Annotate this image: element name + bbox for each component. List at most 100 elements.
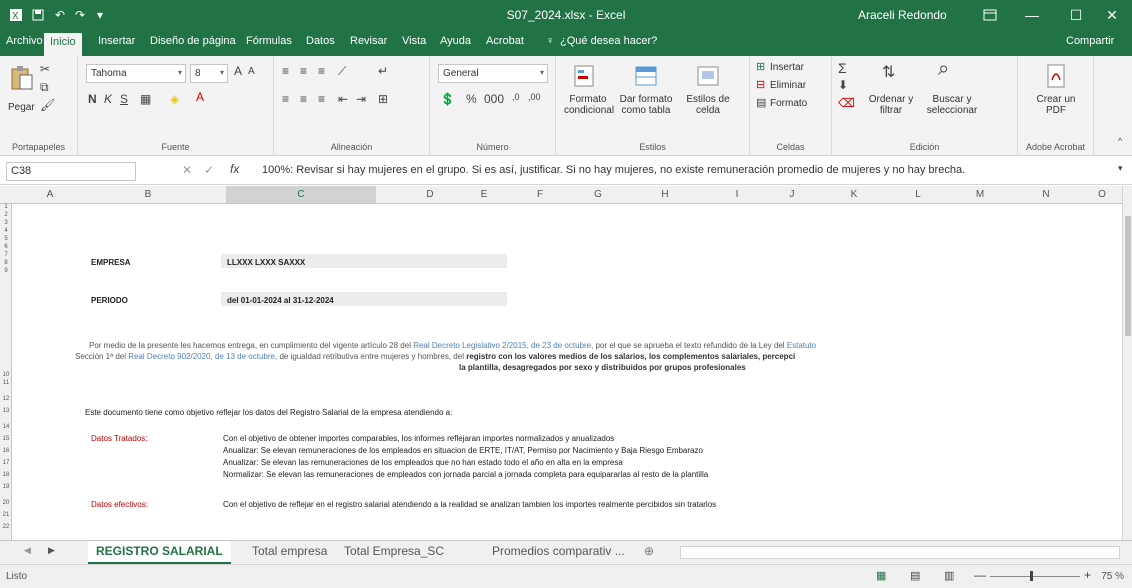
conditional-format-icon[interactable] <box>570 62 598 90</box>
clear-icon[interactable]: ⌫ <box>838 96 855 110</box>
increase-decimal-icon[interactable]: ,0 <box>512 92 520 102</box>
cell-styles-icon[interactable] <box>694 62 722 90</box>
zoom-out-icon[interactable]: — <box>974 568 986 582</box>
row-header[interactable]: 5 <box>0 236 12 242</box>
horizontal-scrollbar[interactable] <box>680 546 1120 559</box>
tab-vista[interactable]: Vista <box>402 35 426 47</box>
currency-icon[interactable]: 💲 <box>440 92 455 106</box>
format-painter-icon[interactable]: 🖌 <box>40 98 55 112</box>
sheet-tab-total-empresa[interactable]: Total empresa <box>252 544 327 558</box>
font-name-select[interactable]: Tahoma ▾ <box>86 64 186 83</box>
column-header-g[interactable]: G <box>588 189 608 200</box>
fill-color-icon[interactable]: ◈ <box>170 92 179 106</box>
row-header[interactable]: 9 <box>0 268 12 274</box>
row-header[interactable]: 2 <box>0 212 12 218</box>
tab-datos[interactable]: Datos <box>306 35 335 47</box>
merge-center-icon[interactable]: ⊞ <box>378 92 388 106</box>
row-header[interactable]: 10 <box>0 372 12 378</box>
normal-view-icon[interactable]: ▦ <box>876 569 886 582</box>
cut-icon[interactable]: ✂ <box>40 62 50 76</box>
insert-cells-button[interactable]: Insertar <box>770 62 804 73</box>
column-header-d[interactable]: D <box>420 189 440 200</box>
font-shrink-icon[interactable]: A <box>248 66 255 77</box>
tab-ayuda[interactable]: Ayuda <box>440 35 471 47</box>
column-header-j[interactable]: J <box>782 189 802 200</box>
next-sheet-icon[interactable]: ▶ <box>48 545 55 556</box>
create-pdf-button[interactable]: Crear un PDF <box>1028 94 1084 116</box>
row-header[interactable]: 18 <box>0 472 12 478</box>
column-header-l[interactable]: L <box>908 189 928 200</box>
sheet-tab-total-empresa-sc[interactable]: Total Empresa_SC <box>344 544 444 558</box>
column-header-f[interactable]: F <box>530 189 550 200</box>
vertical-scrollbar[interactable] <box>1122 186 1132 540</box>
font-color-icon[interactable]: A <box>196 90 204 104</box>
align-center-icon[interactable]: ≡ <box>300 92 307 106</box>
align-bottom-icon[interactable]: ≡ <box>318 64 325 78</box>
row-header[interactable]: 7 <box>0 252 12 258</box>
row-header[interactable]: 16 <box>0 448 12 454</box>
autosum-icon[interactable]: Σ <box>838 60 847 76</box>
worksheet[interactable]: EMPRESA LLXXX LXXX SAXXX PERIODO del 01-… <box>13 204 1122 540</box>
delete-cells-button[interactable]: Eliminar <box>770 80 806 91</box>
sort-filter-icon[interactable]: ⇅ <box>882 62 895 82</box>
row-header[interactable]: 20 <box>0 500 12 506</box>
wrap-text-icon[interactable]: ↵ <box>378 64 388 78</box>
row-header[interactable]: 4 <box>0 228 12 234</box>
borders-icon[interactable]: ▦ <box>140 92 151 106</box>
row-header[interactable]: 1 <box>0 204 12 210</box>
column-header-m[interactable]: M <box>970 189 990 200</box>
row-header[interactable]: 14 <box>0 424 12 430</box>
zoom-slider-handle[interactable] <box>1030 571 1033 581</box>
format-cells-icon[interactable]: ▤ <box>756 96 766 109</box>
row-header[interactable]: 12 <box>0 396 12 402</box>
row-header[interactable]: 22 <box>0 524 12 530</box>
percent-icon[interactable]: % <box>466 92 477 106</box>
insert-function-icon[interactable]: fx <box>230 162 239 176</box>
name-box[interactable]: C38 <box>6 162 136 181</box>
font-size-select[interactable]: 8 ▾ <box>190 64 228 83</box>
create-pdf-icon[interactable] <box>1042 62 1070 90</box>
row-header[interactable]: 11 <box>0 380 12 386</box>
underline-icon[interactable]: S <box>120 92 128 106</box>
sheet-tab-registro-salarial[interactable]: REGISTRO SALARIAL <box>88 541 231 564</box>
format-cells-button[interactable]: Formato <box>770 98 807 109</box>
column-header-b[interactable]: B <box>138 189 158 200</box>
row-header[interactable]: 8 <box>0 260 12 266</box>
decrease-indent-icon[interactable]: ⇤ <box>338 92 348 106</box>
format-as-table-icon[interactable] <box>632 62 660 90</box>
expand-formula-icon[interactable]: ▾ <box>1118 163 1123 174</box>
row-header[interactable]: 3 <box>0 220 12 226</box>
page-break-icon[interactable]: ▥ <box>944 569 954 582</box>
column-header-a[interactable]: A <box>40 189 60 200</box>
tab-acrobat[interactable]: Acrobat <box>486 35 524 47</box>
column-header-n[interactable]: N <box>1036 189 1056 200</box>
find-icon[interactable]: ⌕ <box>938 58 949 81</box>
page-layout-icon[interactable]: ▤ <box>910 569 920 582</box>
minimize-icon[interactable]: — <box>1010 0 1054 30</box>
insert-cells-icon[interactable]: ⊞ <box>756 60 765 73</box>
tab-revisar[interactable]: Revisar <box>350 35 387 47</box>
zoom-in-icon[interactable]: + <box>1084 568 1091 582</box>
row-header[interactable]: 15 <box>0 436 12 442</box>
tab-archivo[interactable]: Archivo <box>6 35 43 47</box>
align-top-icon[interactable]: ≡ <box>282 64 289 78</box>
align-middle-icon[interactable]: ≡ <box>300 64 307 78</box>
new-sheet-icon[interactable]: ⊕ <box>644 544 654 558</box>
cancel-entry-icon[interactable]: ✕ <box>182 163 192 177</box>
row-header[interactable]: 21 <box>0 512 12 518</box>
tab-inicio[interactable]: Inicio <box>44 33 82 56</box>
sheet-tab-promedios[interactable]: Promedios comparativ ... <box>492 544 625 558</box>
delete-cells-icon[interactable]: ⊟ <box>756 78 765 91</box>
column-header-e[interactable]: E <box>474 189 494 200</box>
column-header-o[interactable]: O <box>1092 189 1112 200</box>
collapse-ribbon-icon[interactable]: ^ <box>1118 136 1122 146</box>
orientation-icon[interactable]: ⟋ <box>338 64 346 79</box>
comma-style-icon[interactable]: 000 <box>484 92 504 106</box>
copy-icon[interactable]: ⧉ <box>40 80 49 95</box>
font-grow-icon[interactable]: A <box>234 64 242 78</box>
format-as-table-button[interactable]: Dar formato como tabla <box>618 94 674 116</box>
row-header[interactable]: 19 <box>0 484 12 490</box>
scroll-thumb[interactable] <box>1125 216 1131 336</box>
cell-styles-button[interactable]: Estilos de celda <box>680 94 736 116</box>
share-button[interactable]: Compartir <box>1066 35 1114 47</box>
